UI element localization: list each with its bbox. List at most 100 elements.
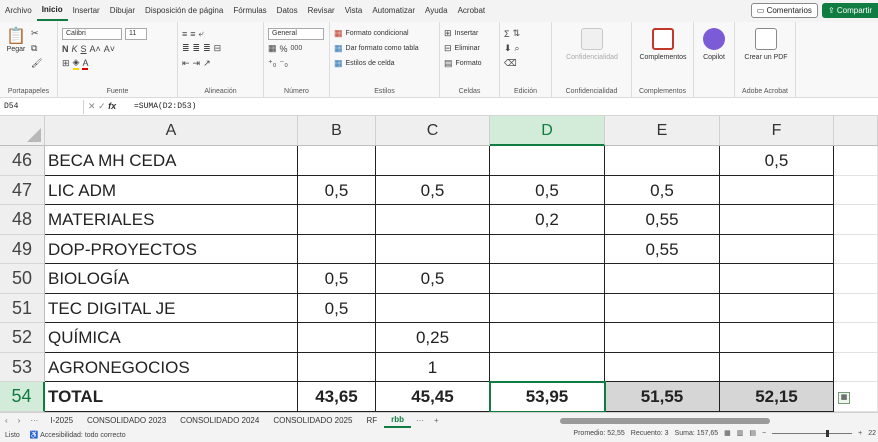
cell-b49[interactable]: [298, 234, 376, 264]
add-sheet-button[interactable]: +: [429, 416, 444, 425]
cell-f50[interactable]: [720, 264, 834, 294]
align-top-icon[interactable]: ≡: [182, 29, 187, 39]
cell-b47[interactable]: 0,5: [298, 175, 376, 205]
grow-font-icon[interactable]: A˄: [90, 44, 101, 54]
cancel-icon[interactable]: ✕: [88, 101, 96, 111]
cell-c46[interactable]: [376, 146, 490, 176]
cell-f52[interactable]: [720, 323, 834, 353]
column-header-g[interactable]: [834, 116, 878, 146]
zoom-slider[interactable]: [772, 429, 853, 437]
cell-e48[interactable]: 0,55: [605, 205, 720, 235]
increase-decimal-icon[interactable]: ⁺₀: [268, 58, 277, 69]
delete-cells-button[interactable]: ⊟ Eliminar: [444, 41, 495, 56]
cell-f49[interactable]: [720, 234, 834, 264]
cell-f51[interactable]: [720, 293, 834, 323]
sheet-tab-consolidado-2023[interactable]: CONSOLIDADO 2023: [80, 416, 173, 425]
format-cells-button[interactable]: ▤ Formato: [444, 56, 495, 71]
cell-b46[interactable]: [298, 146, 376, 176]
italic-icon[interactable]: K: [72, 44, 78, 54]
row-header[interactable]: 48: [0, 205, 45, 235]
cell-a52[interactable]: QUÍMICA: [45, 323, 298, 353]
cell-d51[interactable]: [490, 293, 605, 323]
confirm-icon[interactable]: ✓: [98, 101, 106, 111]
cell-a50[interactable]: BIOLOGÍA: [45, 264, 298, 294]
bold-icon[interactable]: N: [62, 44, 69, 54]
column-header-a[interactable]: A: [45, 116, 298, 146]
tab-vista[interactable]: Vista: [340, 0, 368, 22]
autosum-icon[interactable]: Σ: [504, 29, 510, 39]
cell-b54[interactable]: 43,65: [298, 382, 376, 412]
copilot-button[interactable]: Copilot: [698, 26, 730, 61]
tab-disposicion[interactable]: Disposición de página: [140, 0, 228, 22]
accessibility-status[interactable]: ♿ Accesibilidad: todo correcto: [25, 431, 131, 439]
page-layout-icon[interactable]: ▥: [737, 429, 744, 437]
comments-button[interactable]: ▭ Comentarios: [750, 3, 818, 18]
cell-e50[interactable]: [605, 264, 720, 294]
sheet-tab-consolidado-2025[interactable]: CONSOLIDADO 2025: [266, 416, 359, 425]
quick-analysis-icon[interactable]: ▦: [838, 392, 850, 404]
cell-g50[interactable]: [834, 264, 878, 294]
cell-d54[interactable]: 53,95: [490, 382, 605, 412]
cell-g49[interactable]: [834, 234, 878, 264]
cell-d53[interactable]: [490, 352, 605, 382]
align-center-icon[interactable]: ≣: [193, 43, 201, 54]
cell-b53[interactable]: [298, 352, 376, 382]
percent-button[interactable]: %: [280, 44, 288, 54]
cell-d52[interactable]: [490, 323, 605, 353]
tab-automatizar[interactable]: Automatizar: [367, 0, 420, 22]
font-name-select[interactable]: Calibri: [62, 27, 122, 40]
cell-f48[interactable]: [720, 205, 834, 235]
find-icon[interactable]: ⌕: [515, 43, 520, 54]
cell-c47[interactable]: 0,5: [376, 175, 490, 205]
cell-e46[interactable]: [605, 146, 720, 176]
cell-g51[interactable]: [834, 293, 878, 323]
row-header[interactable]: 53: [0, 352, 45, 382]
sheet-tab-i-2025[interactable]: I-2025: [43, 416, 80, 425]
cell-f53[interactable]: [720, 352, 834, 382]
sensitivity-button[interactable]: Confidencialidad: [556, 26, 628, 61]
font-size-select[interactable]: 11: [125, 27, 147, 40]
cell-d49[interactable]: [490, 234, 605, 264]
formula-input[interactable]: =SUMA(D2:D53): [130, 102, 196, 111]
create-pdf-button[interactable]: Crear un PDF: [739, 26, 793, 61]
cell-e53[interactable]: [605, 352, 720, 382]
tab-datos[interactable]: Datos: [272, 0, 303, 22]
name-box[interactable]: D54: [0, 99, 84, 114]
cell-a54[interactable]: TOTAL: [45, 382, 298, 412]
cut-icon[interactable]: ✂: [31, 28, 39, 39]
row-header[interactable]: 46: [0, 146, 45, 176]
cell-a48[interactable]: MATERIALES: [45, 205, 298, 235]
fill-icon[interactable]: ⬇: [504, 43, 512, 54]
cell-f46[interactable]: 0,5: [720, 146, 834, 176]
cell-styles-button[interactable]: ▦ Estilos de celda: [334, 56, 435, 71]
row-header[interactable]: 49: [0, 234, 45, 264]
page-break-icon[interactable]: ▤: [749, 429, 756, 437]
cell-a49[interactable]: DOP-PROYECTOS: [45, 234, 298, 264]
addins-button[interactable]: Complementos: [636, 26, 690, 61]
outdent-icon[interactable]: ⇤: [182, 58, 190, 69]
format-as-table-button[interactable]: ▦ Dar formato como tabla: [334, 41, 435, 56]
cell-d46[interactable]: [490, 146, 605, 176]
align-middle-icon[interactable]: ≡: [190, 29, 195, 39]
more-sheets-left[interactable]: ···: [25, 416, 43, 425]
share-button[interactable]: ⇪ Compartir: [821, 3, 878, 18]
row-header[interactable]: 50: [0, 264, 45, 294]
horizontal-scrollbar[interactable]: [560, 418, 860, 424]
cell-a51[interactable]: TEC DIGITAL JE: [45, 293, 298, 323]
cell-c53[interactable]: 1: [376, 352, 490, 382]
row-header[interactable]: 54: [0, 382, 45, 412]
sheet-tab-consolidado-2024[interactable]: CONSOLIDADO 2024: [173, 416, 266, 425]
cell-d48[interactable]: 0,2: [490, 205, 605, 235]
paste-button[interactable]: 📋 Pegar: [4, 26, 28, 71]
orientation-icon[interactable]: ↗: [203, 58, 211, 69]
column-header-e[interactable]: E: [605, 116, 720, 146]
cell-a47[interactable]: LIC ADM: [45, 175, 298, 205]
tab-acrobat[interactable]: Acrobat: [453, 0, 491, 22]
tab-archivo[interactable]: Archivo: [0, 0, 37, 22]
cell-f54[interactable]: 52,15: [720, 382, 834, 412]
cell-c52[interactable]: 0,25: [376, 323, 490, 353]
shrink-font-icon[interactable]: A˅: [104, 44, 115, 54]
cell-e52[interactable]: [605, 323, 720, 353]
tab-insertar[interactable]: Insertar: [68, 0, 105, 22]
cell-b48[interactable]: [298, 205, 376, 235]
